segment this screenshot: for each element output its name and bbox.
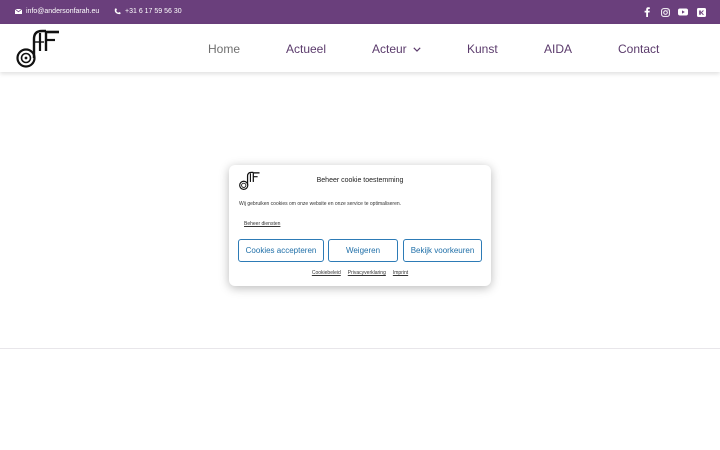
af-monogram-logo[interactable] (14, 29, 60, 69)
cookie-modal-links: Cookiebeleid Privacyverklaring Imprint (229, 270, 491, 276)
envelope-icon (15, 9, 22, 14)
privacy-statement-link[interactable]: Privacyverklaring (348, 270, 386, 276)
email-link[interactable]: info@andersonfarah.eu (15, 8, 99, 15)
nav-contact[interactable]: Contact (618, 42, 659, 56)
manage-services-link[interactable]: Beheer diensten (244, 221, 280, 227)
nav-aida[interactable]: AIDA (544, 42, 572, 56)
nav-acteur-label: Acteur (372, 42, 407, 56)
facebook-icon[interactable] (642, 7, 652, 17)
deny-cookies-button[interactable]: Weigeren (328, 239, 398, 262)
cookie-modal-message: Wij gebruiken cookies om onze website en… (239, 201, 402, 207)
nav-aida-label: AIDA (544, 42, 573, 56)
section-divider (0, 348, 720, 349)
phone-text: +31 6 17 59 56 30 (125, 8, 182, 15)
site-header: Home Actueel Acteur Kunst AIDA Contact (0, 24, 720, 72)
nav-home-label: Home (208, 42, 241, 56)
youtube-icon[interactable] (678, 7, 688, 17)
cookie-policy-link[interactable]: Cookiebeleid (312, 270, 341, 276)
top-bar: info@andersonfarah.eu +31 6 17 59 56 30 (0, 0, 720, 24)
accept-cookies-button[interactable]: Cookies accepteren (238, 239, 324, 262)
vk-icon[interactable] (696, 7, 706, 17)
cookie-modal-title: Beheer cookie toestemming (316, 177, 404, 184)
nav-kunst[interactable]: Kunst (467, 42, 498, 56)
cookie-consent-modal: Beheer cookie toestemming Wij gebruiken … (229, 165, 491, 286)
nav-home[interactable]: Home (208, 42, 240, 56)
instagram-icon[interactable] (660, 7, 670, 17)
phone-link[interactable]: +31 6 17 59 56 30 (114, 8, 182, 15)
chevron-down-icon (413, 46, 421, 52)
nav-kunst-label: Kunst (467, 42, 498, 56)
nav-actueel-label: Actueel (286, 42, 327, 56)
imprint-link[interactable]: Imprint (393, 270, 408, 276)
view-preferences-button[interactable]: Bekijk voorkeuren (403, 239, 482, 262)
nav-actueel[interactable]: Actueel (286, 42, 326, 56)
phone-icon (114, 8, 121, 15)
nav-acteur[interactable]: Acteur (372, 42, 421, 56)
nav-contact-label: Contact (618, 42, 660, 56)
email-text: info@andersonfarah.eu (26, 8, 100, 15)
